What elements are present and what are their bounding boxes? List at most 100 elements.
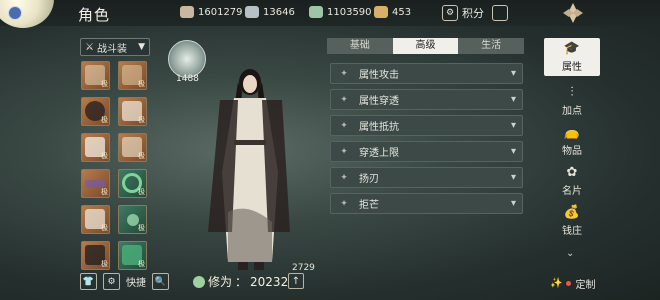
points-button[interactable]: ⚙ 积分: [442, 5, 484, 21]
grade-tag: 极: [101, 224, 108, 232]
page-title: 角色: [78, 6, 111, 24]
chevron-down-icon: ▾: [510, 120, 516, 131]
currency-value: 1601279: [198, 6, 243, 18]
grade-tag: 极: [138, 188, 145, 196]
sidebar-item-attributes[interactable]: 🎓 属性: [544, 38, 600, 76]
upgrade-arrow-icon[interactable]: ↑: [288, 273, 304, 289]
currency-value: 1103590: [327, 6, 372, 18]
more-chevron-icon[interactable]: ⌄: [566, 248, 574, 259]
points-label: 积分: [462, 7, 484, 20]
bag-icon: 👝: [563, 124, 581, 140]
grade-tag: 极: [138, 152, 145, 160]
right-sidebar: 🎓 属性 ⫶ 加点 👝 物品 ✿ 名片 💰 钱庄 ⌄: [544, 38, 600, 274]
tab-life[interactable]: 生活: [458, 38, 525, 54]
currency-value: 13646: [263, 6, 295, 18]
tab-basic[interactable]: 基础: [327, 38, 393, 54]
cultivation-label: 修为: [208, 275, 233, 289]
grade-tag: 极: [138, 260, 145, 268]
grade-tag: 极: [101, 152, 108, 160]
attribute-icon: ✦: [340, 94, 348, 105]
silver-ingot-icon: [245, 6, 259, 18]
lotus-close-icon[interactable]: [558, 0, 588, 26]
character-screen: 角色 1601279 13646 1103590 453 ⚙ 积分 ⚔ 战斗装 …: [0, 0, 660, 300]
cultivation-icon: [193, 275, 205, 288]
currency-jade-stone[interactable]: 1103590: [309, 6, 372, 18]
back-button[interactable]: [8, 6, 22, 20]
outfit-label: 战斗装: [96, 43, 127, 55]
attr-row-yangren[interactable]: ✦ 扬刃 ▾: [330, 167, 523, 188]
equip-slot-belt[interactable]: 极: [81, 169, 110, 198]
equip-slot-pendant[interactable]: 极: [118, 205, 147, 234]
equip-slot-pants[interactable]: 极: [81, 205, 110, 234]
sliders-icon: ⫶: [570, 84, 574, 100]
chevron-down-icon: ▾: [510, 146, 516, 157]
shortcut-label[interactable]: 快捷: [126, 274, 146, 289]
currency-gold-coin[interactable]: 453: [374, 6, 411, 18]
equip-slot-robe[interactable]: 极: [81, 133, 110, 162]
money-bag-icon: 💰: [563, 204, 581, 220]
attr-row-attack[interactable]: ✦ 属性攻击 ▾: [330, 63, 523, 84]
currency-spirit-coin[interactable]: 1601279: [180, 6, 243, 18]
jade-stone-icon: [309, 6, 323, 18]
cultivation-display: 修为 ： 20232: [193, 273, 288, 290]
grade-tag: 极: [101, 80, 108, 88]
attr-row-resistance[interactable]: ✦ 属性抵抗 ▾: [330, 115, 523, 136]
equip-slot-sleeve[interactable]: 极: [118, 133, 147, 162]
grade-tag: 极: [101, 260, 108, 268]
equip-slot-jade[interactable]: 极: [118, 241, 147, 270]
attr-row-pen-cap[interactable]: ✦ 穿透上限 ▾: [330, 141, 523, 162]
sidebar-item-items[interactable]: 👝 物品: [544, 122, 600, 160]
card-icon: ✿: [566, 164, 578, 180]
attribute-icon: ✦: [340, 146, 348, 157]
attr-label: 属性抵抗: [359, 122, 399, 133]
gear-icon[interactable]: ⚙: [103, 273, 120, 290]
sidebar-label: 名片: [562, 185, 582, 197]
chevron-down-icon: ▾: [510, 172, 516, 183]
level-number: 1488: [176, 74, 199, 84]
grade-tag: 极: [138, 80, 145, 88]
attr-row-penetration[interactable]: ✦ 属性穿透 ▾: [330, 89, 523, 110]
attr-label: 拒芒: [359, 200, 379, 211]
shirt-icon[interactable]: 👕: [80, 273, 97, 290]
sword-icon: ⚔: [85, 41, 94, 53]
equip-slot-boots[interactable]: 极: [81, 241, 110, 270]
gold-coin-icon: [374, 6, 388, 18]
currency-silver-ingot[interactable]: 13646: [245, 6, 295, 18]
sidebar-label: 物品: [562, 145, 582, 157]
sidebar-item-card[interactable]: ✿ 名片: [544, 162, 600, 200]
attr-label: 穿透上限: [359, 148, 399, 159]
attribute-icon: ✦: [340, 172, 348, 183]
notification-dot: [566, 281, 572, 286]
spirit-coin-icon: [180, 6, 194, 18]
sidebar-label: 加点: [562, 105, 582, 117]
attribute-icon: ✦: [340, 198, 348, 209]
chevron-down-icon: ▾: [510, 94, 516, 105]
equip-slot-bracelet[interactable]: 极: [118, 169, 147, 198]
customize-label: 定制: [575, 280, 596, 291]
cultivation-value: 20232: [250, 274, 289, 289]
outfit-dropdown[interactable]: ⚔ 战斗装 ▼: [80, 38, 150, 56]
equip-slot-hair[interactable]: 极: [81, 97, 110, 126]
attribute-tabs: 基础 高级 生活: [327, 38, 525, 54]
currency-value: 453: [392, 6, 412, 18]
grade-tag: 极: [101, 116, 108, 124]
equip-slot-hat[interactable]: 极: [118, 61, 147, 90]
equip-slot-weapon[interactable]: 极: [81, 61, 110, 90]
settings-icon[interactable]: [492, 5, 508, 21]
magic-wand-icon: ✨: [550, 278, 563, 289]
equip-slot-cape[interactable]: 极: [118, 97, 147, 126]
grade-tag: 极: [138, 116, 145, 124]
tab-advanced[interactable]: 高级: [392, 38, 459, 54]
chevron-down-icon: ▼: [138, 42, 145, 52]
chevron-down-icon: ▾: [510, 68, 516, 79]
sidebar-item-points[interactable]: ⫶ 加点: [544, 82, 600, 120]
sidebar-label: 属性: [562, 61, 582, 73]
character-model[interactable]: [198, 62, 298, 272]
sidebar-item-bank[interactable]: 💰 钱庄: [544, 202, 600, 240]
attr-label: 属性穿透: [359, 96, 399, 107]
attr-row-jumang[interactable]: ✦ 拒芒 ▾: [330, 193, 523, 214]
attr-label: 扬刃: [359, 174, 379, 185]
customize-button[interactable]: ✨ 定制: [550, 276, 595, 291]
attribute-icon: ✦: [340, 120, 348, 131]
zoom-icon[interactable]: 🔍: [152, 273, 169, 290]
